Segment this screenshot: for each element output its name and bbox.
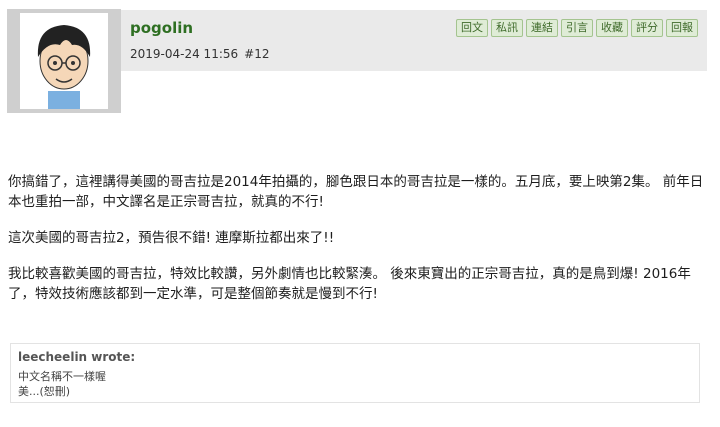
user-avatar[interactable] xyxy=(7,9,121,113)
reply-button[interactable]: 回文 xyxy=(456,19,488,37)
link-button[interactable]: 連結 xyxy=(526,19,558,37)
post-meta: 2019-04-24 11:56 #12 xyxy=(130,47,269,61)
post-paragraph: 我比較喜歡美國的哥吉拉，特效比較讚，另外劇情也比較緊湊。 後來東寶出的正宗哥吉拉… xyxy=(8,266,691,302)
quote-text: 中文名稱不一樣喔 xyxy=(18,370,106,383)
private-message-button[interactable]: 私訊 xyxy=(491,19,523,37)
post-actions: 回文 私訊 連結 引言 收藏 評分 回報 xyxy=(456,19,698,37)
post-paragraph: 你搞錯了，這裡講得美國的哥吉拉是2014年拍攝的，腳色跟日本的哥吉拉是一樣的。五… xyxy=(8,174,704,210)
post-datetime: 2019-04-24 11:56 xyxy=(130,47,239,61)
avatar-cartoon-icon xyxy=(20,13,108,109)
post-number[interactable]: #12 xyxy=(244,47,269,61)
quote-text: 美...(恕刪) xyxy=(18,385,71,398)
rate-button[interactable]: 評分 xyxy=(631,19,663,37)
post-paragraph: 這次美國的哥吉拉2，預告很不錯! 連摩斯拉都出來了!! xyxy=(8,230,335,246)
report-button[interactable]: 回報 xyxy=(666,19,698,37)
quote-button[interactable]: 引言 xyxy=(561,19,593,37)
post-header: pogolin 2019-04-24 11:56 #12 回文 私訊 連結 引言 … xyxy=(121,10,707,71)
quote-author: leecheelin wrote: xyxy=(18,350,136,364)
post-body: 你搞錯了，這裡講得美國的哥吉拉是2014年拍攝的，腳色跟日本的哥吉拉是一樣的。五… xyxy=(8,172,708,320)
quote-block: leecheelin wrote: 中文名稱不一樣喔 美...(恕刪) xyxy=(10,343,700,403)
username-link[interactable]: pogolin xyxy=(130,19,193,37)
bookmark-button[interactable]: 收藏 xyxy=(596,19,628,37)
